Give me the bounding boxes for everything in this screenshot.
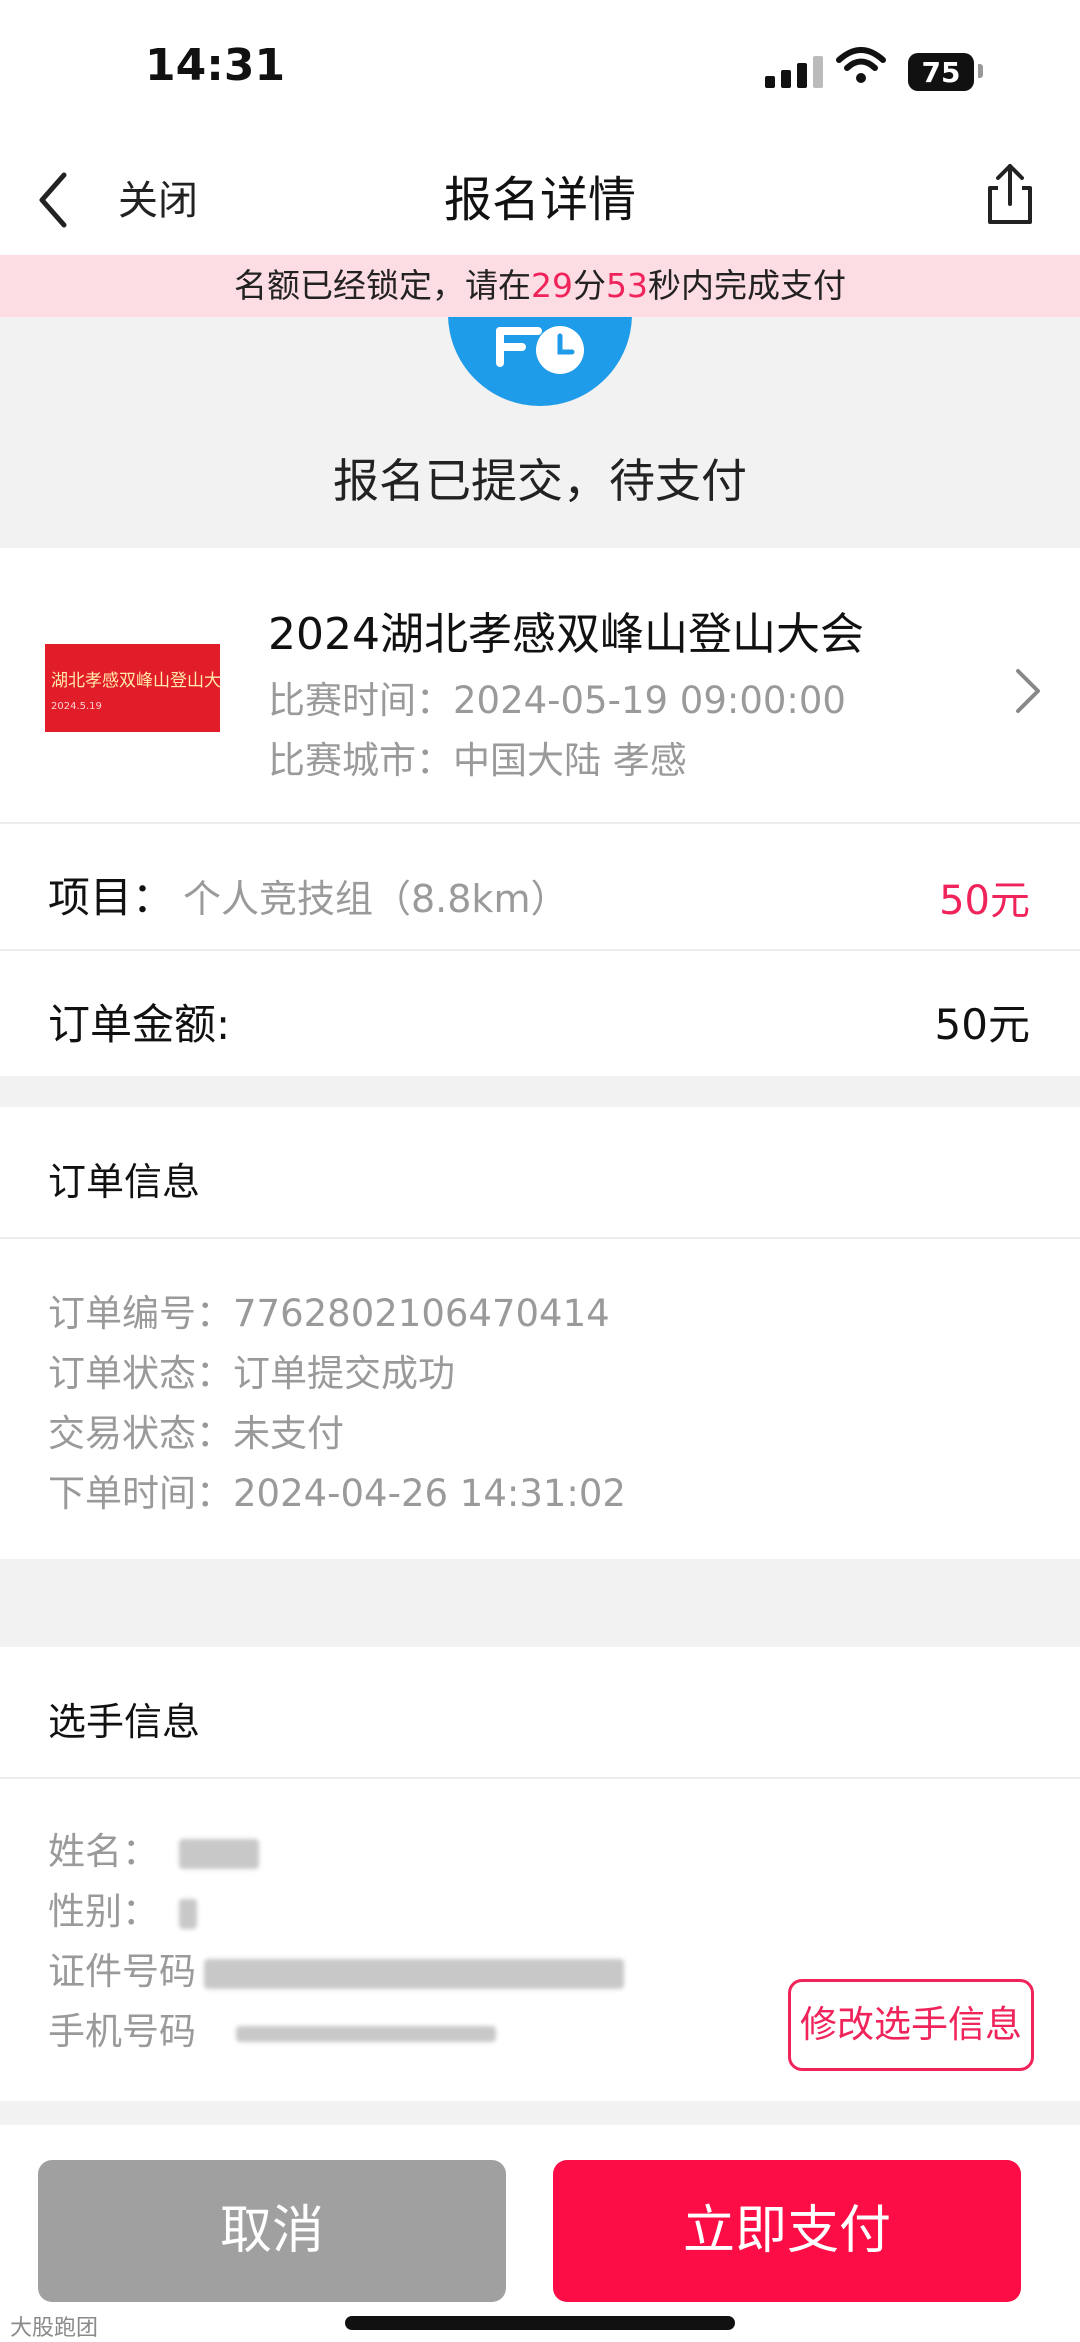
player-name: 姓名： — [48, 1821, 259, 1875]
close-button[interactable]: 关闭 — [118, 168, 198, 226]
player-phone-label: 手机号码 — [48, 2010, 196, 2053]
order-time-label: 下单时间： — [48, 1472, 233, 1515]
order-time-value: 2024-04-26 14:31:02 — [233, 1472, 626, 1515]
thumbnail-date: 2024.5.19 — [51, 701, 102, 712]
player-id-label: 证件号码 — [48, 1950, 196, 1993]
trade-status: 交易状态：未支付 — [48, 1403, 344, 1457]
event-city-value: 中国大陆 孝感 — [453, 739, 687, 782]
redacted-value — [179, 1838, 259, 1869]
event-time-label: 比赛时间： — [268, 679, 453, 722]
event-time: 比赛时间：2024-05-19 09:00:00 — [268, 670, 846, 724]
event-city: 比赛城市：中国大陆 孝感 — [268, 730, 687, 784]
item-name: 个人竞技组（8.8km） — [183, 877, 569, 921]
event-time-value: 2024-05-19 09:00:00 — [453, 679, 846, 722]
order-amount-value: 50元 — [934, 1000, 1030, 1049]
back-arrow-icon[interactable] — [30, 165, 90, 235]
redacted-value — [236, 2025, 496, 2042]
order-status-label: 订单状态： — [48, 1352, 233, 1395]
pay-now-button[interactable]: 立即支付 — [553, 2160, 1021, 2302]
battery-tip — [978, 64, 983, 78]
item-label: 项目： — [48, 873, 175, 922]
bottom-action-bar: 取消 立即支付 大股跑团 — [0, 2125, 1080, 2342]
event-title: 2024湖北孝感双峰山登山大会 — [268, 609, 864, 660]
order-number: 订单编号：7762802106470414 — [48, 1283, 610, 1337]
battery-icon: 75 — [908, 53, 974, 91]
status-time: 14:31 — [145, 40, 286, 91]
watermark: 大股跑团 — [10, 2316, 99, 2341]
player-id-number: 证件号码 — [48, 1941, 624, 1995]
edit-player-info-button[interactable]: 修改选手信息 — [788, 1979, 1034, 2071]
thumbnail-title: 湖北孝感双峰山登山大会 — [51, 671, 220, 691]
order-status-value: 订单提交成功 — [233, 1352, 455, 1395]
player-info-header: 选手信息 — [0, 1647, 1080, 1777]
countdown-suffix: 秒内完成支付 — [648, 266, 846, 305]
order-time: 下单时间：2024-04-26 14:31:02 — [48, 1463, 626, 1517]
player-phone: 手机号码 — [48, 2001, 496, 2055]
trade-status-value: 未支付 — [233, 1412, 344, 1455]
item-price: 50元 — [939, 878, 1030, 924]
order-number-label: 订单编号： — [48, 1292, 233, 1335]
order-amount-label: 订单金额: — [48, 1000, 231, 1049]
player-info-title: 选手信息 — [48, 1700, 201, 1744]
redacted-value — [179, 1898, 197, 1929]
wifi-icon — [836, 47, 886, 83]
chevron-right-icon — [1016, 669, 1040, 713]
countdown-minute-unit: 分 — [573, 266, 606, 305]
event-card[interactable]: 湖北孝感双峰山登山大会 2024.5.19 2024湖北孝感双峰山登山大会 比赛… — [0, 548, 1080, 822]
event-city-label: 比赛城市： — [268, 739, 453, 782]
redacted-value — [204, 1958, 624, 1989]
order-info-body: 订单编号：7762802106470414 订单状态：订单提交成功 交易状态：未… — [0, 1239, 1080, 1559]
countdown-prefix: 名额已经锁定，请在 — [234, 266, 531, 305]
event-thumbnail: 湖北孝感双峰山登山大会 2024.5.19 — [45, 644, 220, 732]
share-icon[interactable] — [980, 158, 1040, 228]
trade-status-label: 交易状态： — [48, 1412, 233, 1455]
player-name-label: 姓名： — [48, 1830, 159, 1873]
nav-bar: 关闭 报名详情 — [0, 140, 1080, 255]
cellular-signal-icon — [765, 56, 823, 88]
order-number-value: 7762802106470414 — [233, 1292, 610, 1335]
payment-countdown-banner: 名额已经锁定，请在29分53秒内完成支付 — [0, 255, 1080, 317]
cancel-button[interactable]: 取消 — [38, 2160, 506, 2302]
player-gender-label: 性别： — [48, 1890, 159, 1933]
countdown-minutes: 29 — [531, 266, 573, 305]
item-row: 项目： 个人竞技组（8.8km） 50元 — [0, 824, 1080, 949]
player-gender: 性别： — [48, 1881, 197, 1935]
order-status: 订单状态：订单提交成功 — [48, 1343, 455, 1397]
home-indicator — [345, 2316, 735, 2330]
order-amount-row: 订单金额: 50元 — [0, 951, 1080, 1076]
status-bar: 14:31 75 — [0, 0, 1080, 140]
pending-clock-icon — [448, 317, 632, 406]
countdown-seconds: 53 — [606, 266, 648, 305]
status-text: 报名已提交，待支付 — [333, 454, 747, 508]
order-info-title: 订单信息 — [48, 1160, 201, 1204]
order-info-header: 订单信息 — [0, 1107, 1080, 1237]
submission-status-section: 报名已提交，待支付 — [0, 317, 1080, 545]
